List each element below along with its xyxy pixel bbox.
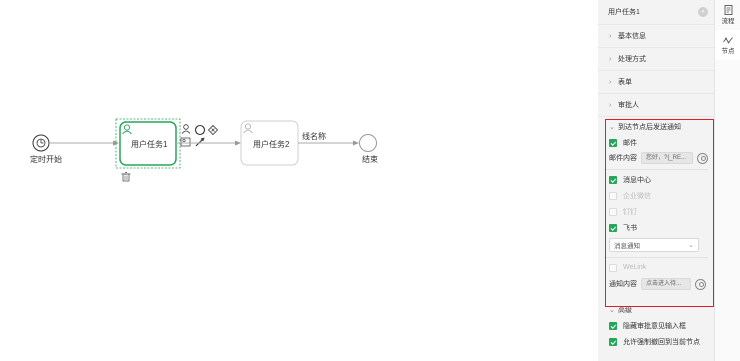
- start-event-label: 定时开始: [30, 155, 62, 164]
- bpmn-canvas[interactable]: 定时开始 用户任务1 用户任务2 线名称 结束: [0, 0, 598, 361]
- panel-title: 用户任务1: [608, 9, 640, 16]
- section-form[interactable]: › 表单: [598, 70, 714, 93]
- user-task-2-label: 用户任务2: [253, 140, 290, 149]
- tab-process[interactable]: 流程: [715, 0, 740, 30]
- section-label: 处理方式: [618, 56, 646, 63]
- end-event-label: 结束: [362, 155, 378, 164]
- start-event[interactable]: [32, 134, 50, 152]
- append-gateway-icon[interactable]: [207, 124, 219, 136]
- delete-trash-icon[interactable]: [121, 172, 131, 182]
- edge-label[interactable]: 线名称: [302, 131, 326, 142]
- panel-header: 用户任务1 «: [598, 0, 714, 24]
- connect-arrow-icon[interactable]: [195, 137, 205, 147]
- end-event[interactable]: [359, 134, 377, 152]
- section-approver[interactable]: › 审批人: [598, 93, 714, 116]
- chevron-right-icon: ›: [609, 101, 612, 109]
- option-label: 允许强制撤回到当前节点: [623, 339, 700, 346]
- tab-label: 流程: [721, 18, 735, 25]
- append-user-task-small-icon[interactable]: [180, 137, 191, 147]
- diagram-svg: [32, 118, 377, 182]
- append-user-task-icon[interactable]: [181, 124, 191, 134]
- chevron-right-icon: ›: [609, 32, 612, 40]
- highlight-box: [605, 119, 714, 307]
- advanced-option-hide-comment[interactable]: 隐藏审批意见输入框: [598, 318, 714, 334]
- section-label: 审批人: [618, 102, 639, 109]
- chevron-down-icon: ⌄: [609, 307, 615, 314]
- section-label: 基本信息: [618, 33, 646, 40]
- user-task-1-label: 用户任务1: [131, 140, 168, 149]
- hide-comment-checkbox[interactable]: [609, 322, 617, 330]
- chevron-right-icon: ›: [609, 78, 612, 86]
- chevron-right-icon: ›: [609, 55, 612, 63]
- append-end-event-icon[interactable]: [194, 124, 206, 136]
- collapse-panel-icon[interactable]: «: [698, 7, 708, 17]
- panel-tab-strip: 流程 节点: [714, 0, 740, 361]
- tab-node[interactable]: 节点: [715, 30, 740, 60]
- section-label: 表单: [618, 79, 632, 86]
- force-withdraw-checkbox[interactable]: [609, 338, 617, 346]
- section-handling[interactable]: › 处理方式: [598, 47, 714, 70]
- option-label: 隐藏审批意见输入框: [623, 323, 686, 330]
- node-icon: [723, 36, 733, 43]
- sequence-flow-1[interactable]: [49, 140, 119, 146]
- sequence-flow-2[interactable]: [176, 140, 241, 146]
- document-icon: [724, 5, 732, 15]
- section-basic-info[interactable]: › 基本信息: [598, 24, 714, 47]
- tab-label: 节点: [721, 47, 735, 55]
- advanced-option-force-withdraw[interactable]: 允许强制撤回到当前节点: [598, 334, 714, 350]
